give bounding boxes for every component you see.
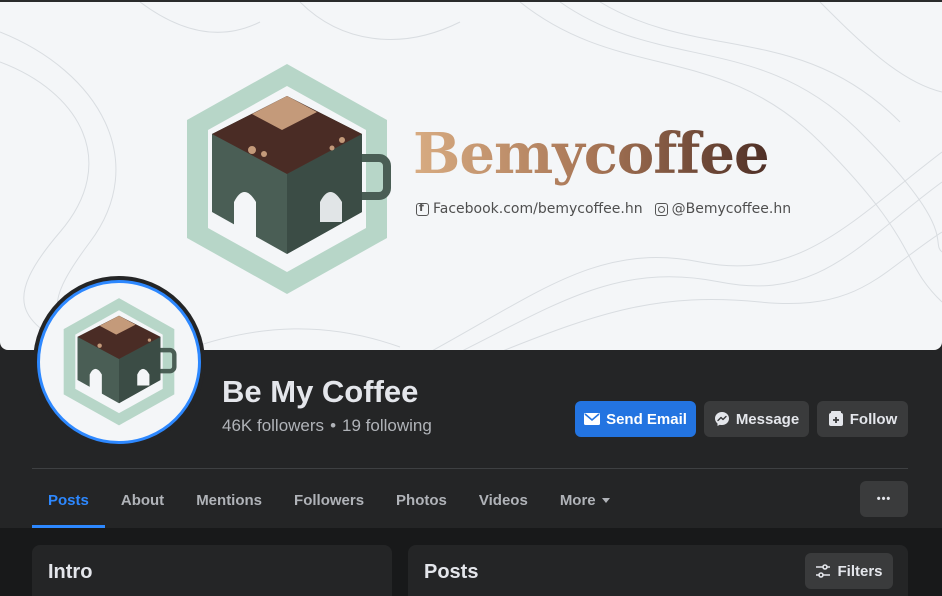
tab-photos[interactable]: Photos bbox=[380, 472, 463, 528]
ellipsis-icon: ••• bbox=[876, 493, 892, 505]
page-stats: 46K followers • 19 following bbox=[222, 416, 432, 436]
brand-wordmark: Bemycoffee bbox=[413, 114, 770, 194]
message-label: Message bbox=[735, 410, 800, 428]
avatar-logo-icon bbox=[63, 298, 177, 426]
follow-label: Follow bbox=[849, 410, 898, 428]
facebook-handle: Facebook.com/bemycoffee.hn bbox=[433, 201, 643, 217]
page-title: Be My Coffee bbox=[222, 374, 419, 409]
caret-down-icon bbox=[601, 497, 610, 503]
tab-videos[interactable]: Videos bbox=[463, 472, 544, 528]
intro-title: Intro bbox=[48, 561, 93, 583]
profile-tabs: Posts About Mentions Followers Photos Vi… bbox=[32, 472, 626, 528]
facebook-icon bbox=[416, 201, 429, 216]
follow-page-icon bbox=[828, 411, 844, 427]
send-email-label: Send Email bbox=[606, 410, 687, 428]
filters-label: Filters bbox=[837, 562, 883, 580]
cover-social-handles: Facebook.com/bemycoffee.hn @Bemycoffee.h… bbox=[416, 201, 791, 217]
sliders-icon bbox=[815, 564, 831, 578]
header-divider bbox=[32, 468, 908, 469]
posts-title: Posts bbox=[424, 561, 479, 583]
filters-button[interactable]: Filters bbox=[805, 553, 893, 589]
following-count[interactable]: 19 following bbox=[342, 416, 432, 435]
profile-header: Bemycoffee Facebook.com/bemycoffee.hn @B… bbox=[0, 0, 942, 528]
tab-posts[interactable]: Posts bbox=[32, 472, 105, 528]
intro-card: Intro bbox=[32, 545, 392, 596]
tab-followers[interactable]: Followers bbox=[278, 472, 380, 528]
envelope-icon bbox=[584, 413, 601, 425]
followers-count[interactable]: 46K followers bbox=[222, 416, 324, 435]
stats-separator: • bbox=[330, 416, 337, 435]
avatar[interactable] bbox=[33, 276, 205, 448]
instagram-icon bbox=[654, 202, 668, 216]
message-button[interactable]: Message bbox=[704, 401, 809, 437]
tab-mentions[interactable]: Mentions bbox=[180, 472, 278, 528]
tab-more-label: More bbox=[559, 491, 596, 509]
messenger-icon bbox=[714, 411, 730, 427]
tab-more[interactable]: More bbox=[544, 472, 626, 528]
send-email-button[interactable]: Send Email bbox=[575, 401, 696, 437]
tab-about[interactable]: About bbox=[105, 472, 180, 528]
coffee-logo-icon bbox=[187, 64, 391, 294]
follow-button[interactable]: Follow bbox=[817, 401, 908, 437]
instagram-handle: @Bemycoffee.hn bbox=[671, 201, 792, 217]
more-options-button[interactable]: ••• bbox=[860, 481, 908, 517]
